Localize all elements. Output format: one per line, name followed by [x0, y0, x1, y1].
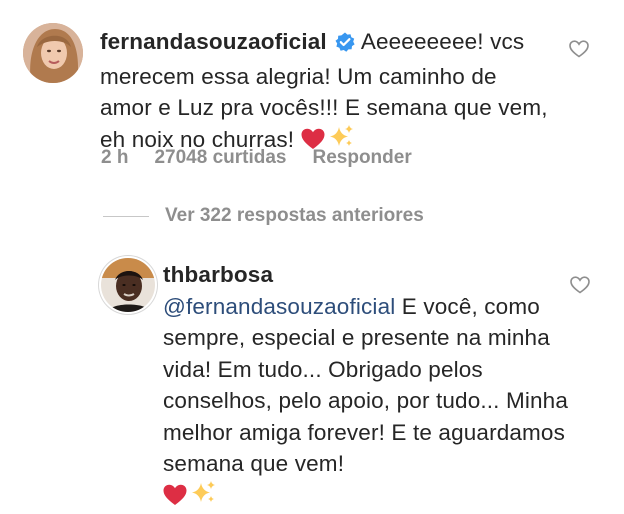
red-heart-emoji-icon [163, 483, 187, 514]
comment-username[interactable]: fernandasouzaoficial [100, 29, 327, 54]
comment-time: 2 h [101, 147, 128, 168]
like-reply-button[interactable] [570, 276, 590, 299]
comment-body: E você, como sempre, especial e presente… [163, 294, 568, 477]
like-comment-button[interactable] [569, 40, 589, 63]
comment-likes[interactable]: 27048 curtidas [154, 147, 286, 168]
avatar-fernandasouzaoficial[interactable] [23, 23, 83, 83]
avatar-thbarbosa[interactable] [101, 258, 155, 312]
view-replies-button[interactable]: Ver 322 respostas anteriores [103, 204, 424, 228]
heart-outline-icon [570, 276, 590, 294]
heart-outline-icon [569, 40, 589, 58]
verified-badge-icon [335, 29, 355, 61]
profile-photo-icon [101, 258, 155, 312]
comment-fernandasouzaoficial: fernandasouzaoficialAeeeeeeee! vcs merec… [100, 26, 550, 158]
comment-meta: 2 h 27048 curtidas Responder [101, 147, 438, 169]
mention-link[interactable]: @fernandasouzaoficial [163, 294, 395, 319]
replies-divider [103, 216, 149, 217]
comment-thbarbosa: thbarbosa @fernandasouzaoficial E você, … [163, 259, 583, 514]
profile-photo-icon [23, 23, 83, 83]
comment-username[interactable]: thbarbosa [163, 262, 273, 287]
view-replies-label: Ver 322 respostas anteriores [165, 205, 424, 227]
reply-button[interactable]: Responder [312, 147, 411, 168]
